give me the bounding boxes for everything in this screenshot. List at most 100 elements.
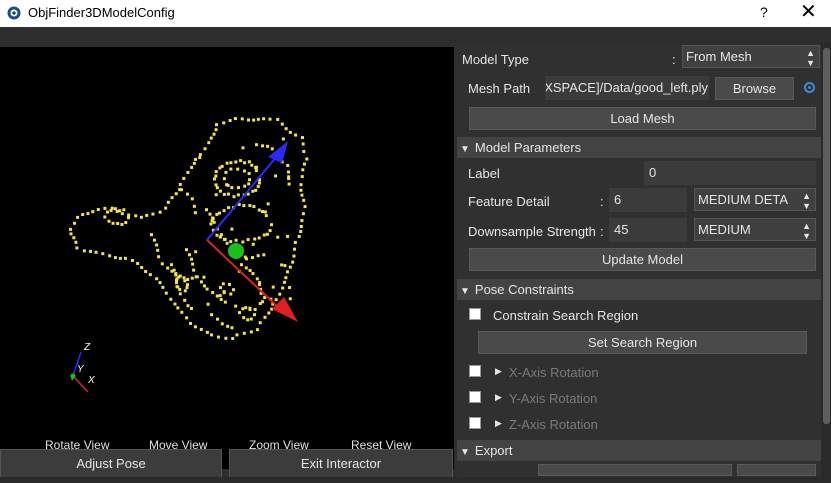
point	[233, 117, 237, 121]
main-area: ZYX Rotate View Move View Zoom View Rese…	[0, 27, 831, 483]
point	[211, 216, 215, 220]
z-rotation-checkbox[interactable]	[469, 417, 481, 429]
point	[254, 188, 258, 192]
point	[261, 300, 265, 304]
point	[230, 186, 234, 190]
point	[127, 216, 130, 220]
expand-triangle-icon[interactable]: ▶	[495, 392, 502, 403]
y-rotation-checkbox[interactable]	[469, 391, 481, 403]
exit-interactor-button[interactable]: Exit Interactor	[229, 449, 453, 478]
point	[186, 277, 190, 281]
feature-detail-label: Feature Detail	[468, 194, 550, 209]
point	[299, 183, 303, 187]
point	[258, 281, 262, 285]
downsample-strength-input[interactable]: 45	[609, 218, 687, 242]
point	[234, 238, 238, 242]
point	[210, 333, 214, 337]
load-mesh-button[interactable]: Load Mesh	[469, 107, 816, 130]
feature-detail-input[interactable]: 6	[609, 188, 687, 212]
point	[215, 186, 219, 190]
feature-detail-select[interactable]: MEDIUM DETA ▲ ▼	[694, 188, 816, 211]
point	[186, 283, 189, 287]
update-model-button[interactable]: Update Model	[469, 248, 816, 271]
label-input[interactable]: 0	[644, 161, 816, 185]
point	[300, 193, 304, 197]
y-rotation-label: Y-Axis Rotation	[509, 391, 598, 406]
point	[235, 333, 239, 337]
export-partial-button[interactable]	[737, 464, 816, 476]
label-field-label: Label	[468, 166, 500, 181]
point	[172, 268, 176, 272]
point	[208, 212, 212, 216]
scrollbar-thumb[interactable]	[823, 48, 830, 424]
x-rotation-checkbox[interactable]	[469, 365, 481, 377]
browse-button[interactable]: Browse	[715, 77, 794, 100]
point	[210, 313, 213, 317]
panel-scrollbar[interactable]	[821, 42, 831, 482]
constrain-search-region-checkbox[interactable]	[469, 308, 481, 320]
point	[190, 307, 193, 310]
point	[222, 121, 226, 125]
point	[122, 208, 126, 212]
point	[305, 157, 309, 161]
point	[124, 220, 128, 224]
point	[222, 209, 226, 213]
spinner-arrows-icon: ▲ ▼	[806, 48, 815, 68]
point	[74, 240, 78, 244]
point-cloud-viewport[interactable]: ZYX Rotate View Move View Zoom View Rese…	[0, 47, 454, 469]
export-partial-control[interactable]	[538, 464, 732, 476]
point	[174, 273, 178, 277]
point	[180, 310, 184, 314]
point	[188, 253, 192, 257]
point	[302, 162, 306, 166]
point	[223, 300, 227, 304]
point	[230, 326, 234, 330]
point	[247, 172, 251, 176]
mesh-path-radio[interactable]	[804, 82, 815, 93]
model-parameters-section-header[interactable]: ▼ Model Parameters	[457, 137, 824, 158]
set-search-region-button[interactable]: Set Search Region	[478, 331, 807, 354]
expand-triangle-icon[interactable]: ▶	[495, 366, 502, 377]
point	[220, 164, 224, 168]
point	[225, 161, 229, 165]
point	[185, 248, 188, 252]
point	[263, 210, 267, 214]
point	[248, 178, 251, 182]
point	[190, 197, 194, 201]
point	[103, 215, 107, 219]
point	[299, 188, 303, 192]
point	[123, 256, 127, 260]
point	[249, 330, 253, 334]
point	[134, 214, 138, 218]
expand-triangle-icon[interactable]: ▶	[495, 418, 502, 429]
help-button[interactable]: ?	[760, 4, 768, 20]
downsample-strength-select[interactable]: MEDIUM ▲ ▼	[694, 218, 816, 241]
point	[185, 286, 189, 290]
point	[180, 188, 183, 192]
point	[300, 175, 304, 179]
point	[202, 284, 206, 288]
point	[176, 306, 180, 310]
close-button[interactable]: ✕	[800, 1, 817, 23]
bottom-strip	[0, 477, 831, 483]
mesh-path-input[interactable]: XSPACE]/Data/good_left.ply	[545, 76, 709, 100]
point	[255, 143, 258, 147]
point	[253, 313, 256, 317]
point	[255, 328, 259, 332]
point	[253, 308, 257, 312]
model-type-select[interactable]: From Mesh ▲ ▼	[682, 45, 820, 68]
pose-constraints-section-header[interactable]: ▼ Pose Constraints	[457, 279, 824, 300]
model-parameters-title: Model Parameters	[474, 140, 582, 155]
point	[214, 183, 218, 187]
export-section-header[interactable]: ▼ Export	[457, 440, 824, 461]
adjust-pose-button[interactable]: Adjust Pose	[0, 449, 222, 478]
point	[185, 316, 189, 320]
point	[241, 146, 245, 150]
point	[294, 133, 298, 137]
point	[214, 174, 218, 178]
point	[256, 184, 260, 188]
point	[252, 118, 256, 122]
point	[230, 227, 234, 231]
point	[276, 117, 280, 121]
point	[244, 306, 248, 310]
